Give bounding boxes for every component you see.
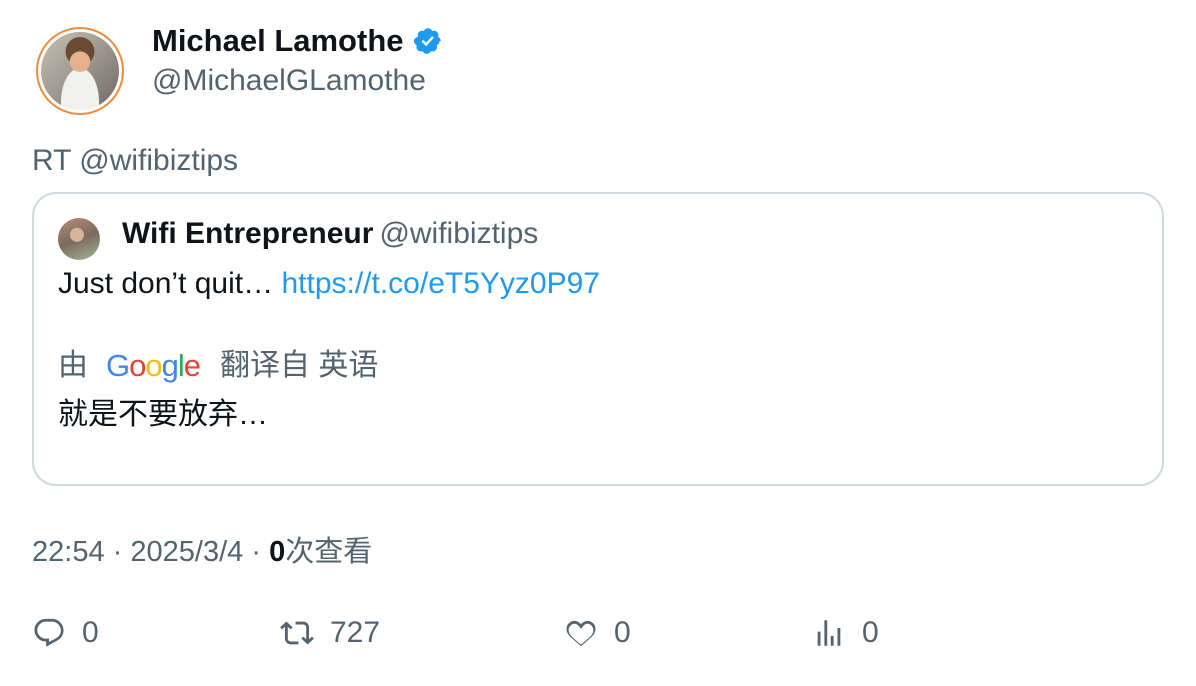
action-bar: 0 727 0 0 [0,616,1196,666]
reply-icon [34,618,64,647]
like-count: 0 [614,616,631,649]
quoted-text: Just don’t quit… [58,267,274,300]
tweet-time[interactable]: 22:54 [32,536,105,568]
quoted-avatar[interactable] [58,218,100,260]
quoted-tweet-card[interactable]: Wifi Entrepreneur @wifibiztips Just don’t… [32,192,1164,486]
author-handle[interactable]: @MichaelGLamothe [152,63,426,99]
reply-count: 0 [82,616,99,649]
tweet-date[interactable]: 2025/3/4 [130,536,243,568]
reply-button[interactable]: 0 [32,616,99,650]
retweet-button[interactable]: 727 [280,616,380,650]
quoted-handle: @wifibiztips [379,217,539,250]
views-action-count: 0 [862,616,879,649]
views-icon [817,620,841,646]
author-name-text: Michael Lamothe [152,23,404,58]
translation-suffix: 翻译自 英语 [220,349,379,382]
retweet-count: 727 [330,616,381,649]
views-count: 0 [269,536,286,568]
views-button[interactable]: 0 [812,616,879,650]
retweet-icon [280,621,314,645]
like-icon [566,620,596,647]
meta-separator: · [112,536,123,568]
quoted-name: Wifi Entrepreneur [122,217,374,250]
translation-attribution: 由 Google 翻译自 英语 [58,348,378,384]
translation-prefix: 由 [58,349,88,382]
like-button[interactable]: 0 [564,616,631,650]
google-logo: Google [106,348,201,383]
author-avatar[interactable] [36,27,124,115]
quoted-text-line: Just don’t quit… https://t.co/eT5Yyz0P97 [58,266,600,302]
translated-text: 就是不要放弃… [58,398,268,431]
views-label: 次查看 [285,536,373,568]
tweet-meta: 22:54 · 2025/3/4 · 0次查看 [32,534,372,570]
meta-separator: · [251,536,261,568]
verified-badge-icon [413,28,441,54]
quoted-link[interactable]: https://t.co/eT5Yyz0P97 [281,267,600,300]
tweet-text: RT @wifibiztips [32,144,239,177]
quoted-header: Wifi Entrepreneur @wifibiztips [122,216,538,252]
author-name[interactable]: Michael Lamothe [152,23,443,59]
